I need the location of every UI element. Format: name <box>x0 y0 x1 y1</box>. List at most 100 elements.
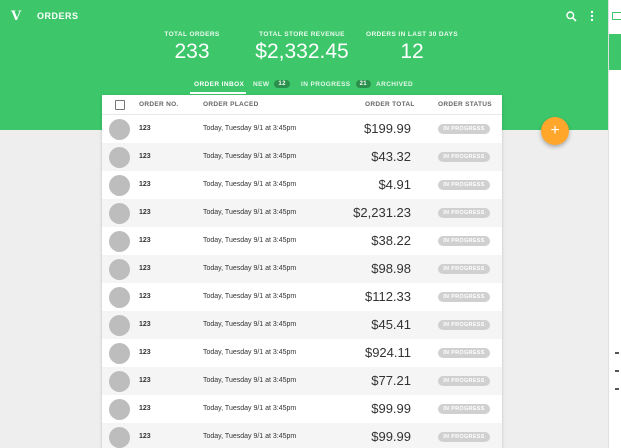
order-placed: Today, Tuesday 9/1 at 3:45pm <box>203 433 297 440</box>
side-panel-header <box>609 34 621 70</box>
tab-new[interactable]: NEW 12 <box>253 78 290 90</box>
order-placed: Today, Tuesday 9/1 at 3:45pm <box>203 181 297 188</box>
avatar <box>109 175 130 196</box>
tab-label: ORDER INBOX <box>194 80 245 88</box>
order-total: $43.32 <box>371 149 411 164</box>
table-row[interactable]: 123 Today, Tuesday 9/1 at 3:45pm $38.22 IN … <box>102 227 502 255</box>
order-placed: Today, Tuesday 9/1 at 3:45pm <box>203 265 297 272</box>
status-badge: IN PROGRESS <box>438 264 490 274</box>
order-number: 123 <box>139 209 151 216</box>
table-row[interactable]: 123 Today, Tuesday 9/1 at 3:45pm $2,231.23… <box>102 199 502 227</box>
order-placed: Today, Tuesday 9/1 at 3:45pm <box>203 153 297 160</box>
order-number: 123 <box>139 293 151 300</box>
order-placed: Today, Tuesday 9/1 at 3:45pm <box>203 209 297 216</box>
tab-label: ARCHIVED <box>376 80 414 88</box>
order-total: $924.11 <box>364 345 411 360</box>
side-panel-content <box>615 352 619 402</box>
order-total: $45.41 <box>371 317 411 332</box>
order-placed: Today, Tuesday 9/1 at 3:45pm <box>203 125 297 132</box>
count-badge: 12 <box>274 80 290 88</box>
order-number: 123 <box>139 125 151 132</box>
monitor-icon[interactable] <box>612 12 621 20</box>
table-row[interactable]: 123 Today, Tuesday 9/1 at 3:45pm $98.98 IN … <box>102 255 502 283</box>
order-number: 123 <box>139 349 151 356</box>
avatar <box>109 399 130 420</box>
side-panel <box>608 0 621 448</box>
tab-label: NEW <box>253 80 270 88</box>
stat-orders-30-days: ORDERS IN LAST 30 DAYS 12 <box>365 31 459 64</box>
avatar <box>109 259 130 280</box>
avatar <box>109 315 130 336</box>
order-placed: Today, Tuesday 9/1 at 3:45pm <box>203 405 297 412</box>
order-total: $77.21 <box>371 373 411 388</box>
order-number: 123 <box>139 405 151 412</box>
stat-value: 12 <box>400 40 424 63</box>
order-total: $2,231.23 <box>353 205 411 220</box>
column-header-order-placed[interactable]: ORDER PLACED <box>203 101 259 108</box>
order-placed: Today, Tuesday 9/1 at 3:45pm <box>203 321 297 328</box>
order-placed: Today, Tuesday 9/1 at 3:45pm <box>203 377 297 384</box>
order-total: $4.91 <box>378 177 411 192</box>
status-badge: IN PROGRESS <box>438 180 490 190</box>
status-badge: IN PROGRESS <box>438 236 490 246</box>
table-row[interactable]: 123 Today, Tuesday 9/1 at 3:45pm $4.91 IN P… <box>102 171 502 199</box>
column-header-order-status[interactable]: ORDER STATUS <box>438 101 492 108</box>
stat-label: TOTAL STORE REVENUE <box>259 31 345 38</box>
tab-label: IN PROGRESS <box>301 80 351 88</box>
table-row[interactable]: 123 Today, Tuesday 9/1 at 3:45pm $924.11 IN… <box>102 339 502 367</box>
order-number: 123 <box>139 433 151 440</box>
stat-total-orders: TOTAL ORDERS 233 <box>150 31 234 64</box>
more-vert-icon[interactable] <box>585 8 599 24</box>
stat-value: 233 <box>174 40 210 63</box>
avatar <box>109 119 130 140</box>
table-row[interactable]: 123 Today, Tuesday 9/1 at 3:45pm $199.99 IN… <box>102 115 502 143</box>
column-header-order-total[interactable]: ORDER TOTAL <box>365 101 415 108</box>
orders-table: ORDER NO. ORDER PLACED ORDER TOTAL ORDER… <box>102 95 502 448</box>
order-total: $199.99 <box>364 121 411 136</box>
table-row[interactable]: 123 Today, Tuesday 9/1 at 3:45pm $112.33 IN… <box>102 283 502 311</box>
status-badge: IN PROGRESS <box>438 376 490 386</box>
order-placed: Today, Tuesday 9/1 at 3:45pm <box>203 349 297 356</box>
table-header: ORDER NO. ORDER PLACED ORDER TOTAL ORDER… <box>102 95 502 115</box>
stat-total-revenue: TOTAL STORE REVENUE $2,332.45 <box>250 31 354 64</box>
active-tab-indicator <box>190 92 246 94</box>
order-number: 123 <box>139 321 151 328</box>
search-icon[interactable] <box>564 8 578 24</box>
order-total: $98.98 <box>371 261 411 276</box>
stat-label: TOTAL ORDERS <box>164 31 220 38</box>
tab-archived[interactable]: ARCHIVED <box>376 78 413 90</box>
tab-in-progress[interactable]: IN PROGRESS 21 <box>301 78 372 90</box>
tab-order-inbox[interactable]: ORDER INBOX <box>194 78 244 90</box>
order-total: $112.33 <box>364 289 411 304</box>
order-number: 123 <box>139 153 151 160</box>
column-header-order-no[interactable]: ORDER NO. <box>139 101 179 108</box>
page-title: ORDERS <box>37 11 79 21</box>
order-number: 123 <box>139 237 151 244</box>
order-number: 123 <box>139 181 151 188</box>
count-badge: 21 <box>355 80 372 88</box>
table-row[interactable]: 123 Today, Tuesday 9/1 at 3:45pm $99.99 IN … <box>102 395 502 423</box>
order-placed: Today, Tuesday 9/1 at 3:45pm <box>203 293 297 300</box>
avatar <box>109 203 130 224</box>
avatar <box>109 371 130 392</box>
avatar <box>109 231 130 252</box>
table-row[interactable]: 123 Today, Tuesday 9/1 at 3:45pm $99.99 IN … <box>102 423 502 448</box>
status-badge: IN PROGRESS <box>438 292 490 302</box>
avatar <box>109 147 130 168</box>
order-placed: Today, Tuesday 9/1 at 3:45pm <box>203 237 297 244</box>
add-order-button[interactable]: + <box>541 117 569 145</box>
select-all-checkbox[interactable] <box>115 100 125 110</box>
status-badge: IN PROGRESS <box>438 152 490 162</box>
table-row[interactable]: 123 Today, Tuesday 9/1 at 3:45pm $43.32 IN … <box>102 143 502 171</box>
stat-label: ORDERS IN LAST 30 DAYS <box>366 31 458 38</box>
status-badge: IN PROGRESS <box>438 320 490 330</box>
app-logo[interactable]: V <box>11 9 21 24</box>
order-number: 123 <box>139 377 151 384</box>
status-badge: IN PROGRESS <box>438 404 490 414</box>
avatar <box>109 343 130 364</box>
status-badge: IN PROGRESS <box>438 124 490 134</box>
table-row[interactable]: 123 Today, Tuesday 9/1 at 3:45pm $45.41 IN … <box>102 311 502 339</box>
table-row[interactable]: 123 Today, Tuesday 9/1 at 3:45pm $77.21 IN … <box>102 367 502 395</box>
status-badge: IN PROGRESS <box>438 348 490 358</box>
order-total: $99.99 <box>371 429 411 444</box>
